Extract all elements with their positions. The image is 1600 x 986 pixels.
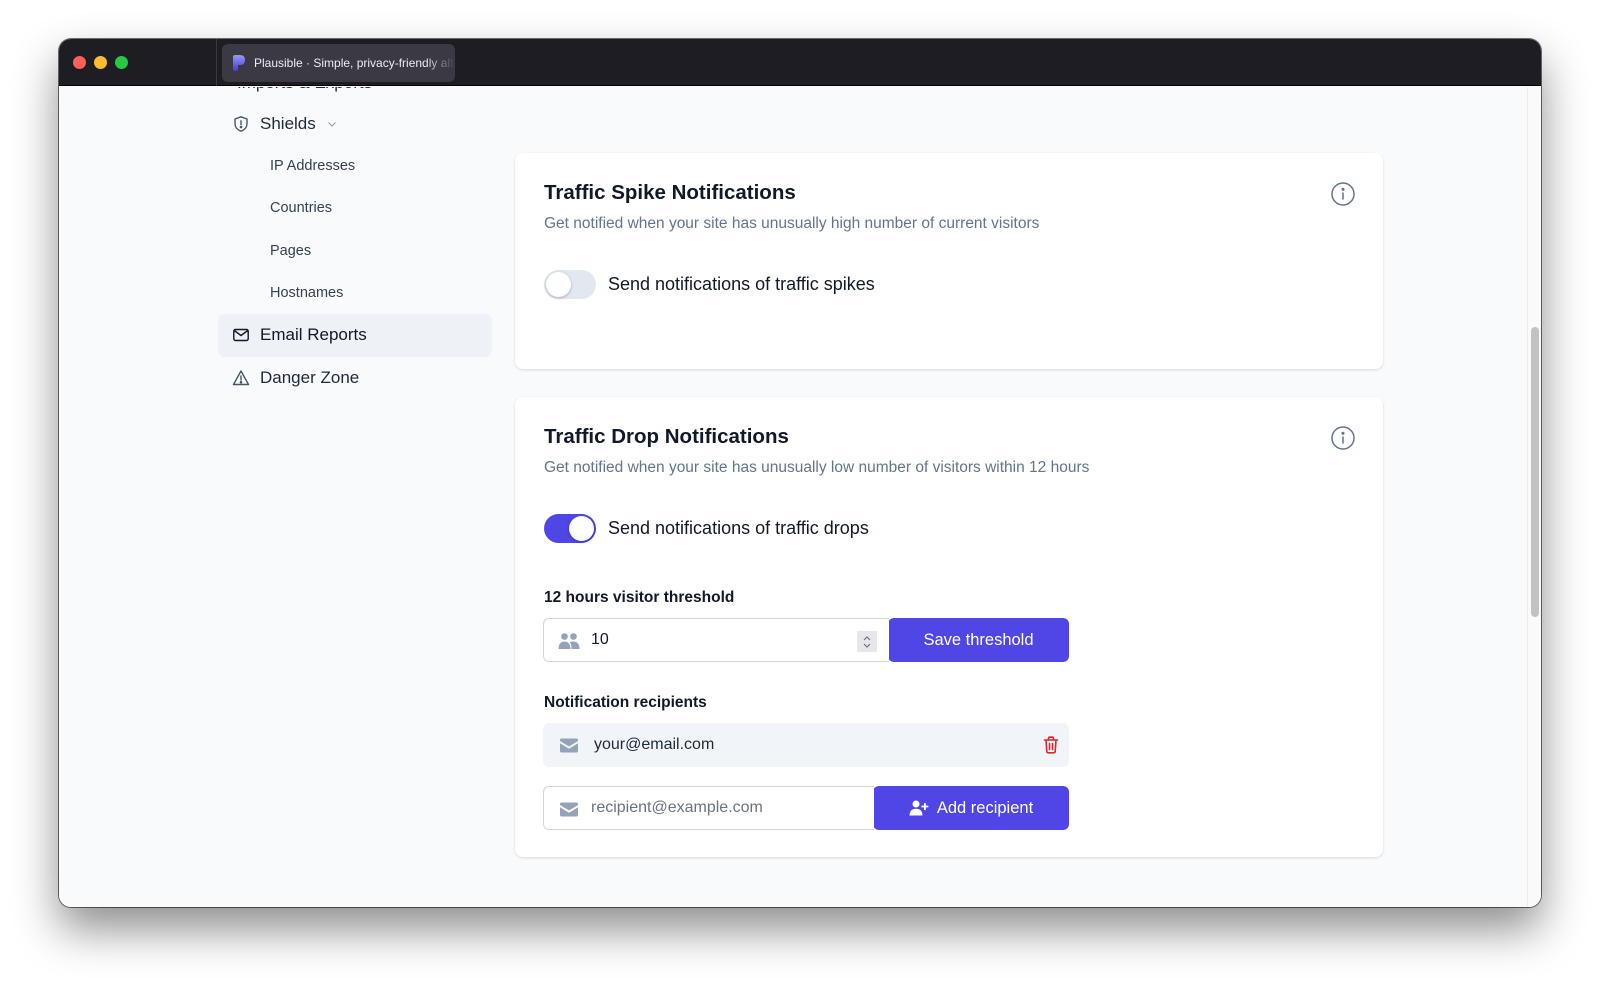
traffic-spike-card: Traffic Spike Notifications Get notified… <box>515 153 1383 369</box>
page-content: Imports & Exports Shields IP Addresses C… <box>59 87 1541 907</box>
card-description: Get notified when your site has unusuall… <box>544 215 1040 232</box>
shield-icon <box>234 116 248 132</box>
titlebar-divider <box>216 39 217 86</box>
maximize-window-button[interactable] <box>115 56 128 69</box>
vertical-scrollbar[interactable] <box>1527 87 1541 907</box>
threshold-group: Save threshold <box>543 618 1069 662</box>
trash-icon[interactable] <box>1043 736 1059 754</box>
sidebar-item-label: Shields <box>260 114 316 133</box>
user-plus-icon <box>909 800 929 816</box>
traffic-drop-card: Traffic Drop Notifications Get notified … <box>515 397 1383 857</box>
sidebar-item-shields[interactable]: Shields <box>232 114 338 134</box>
stepper-arrows-icon <box>863 635 871 648</box>
recipient-email-input[interactable] <box>591 799 861 817</box>
sidebar-item-label: Danger Zone <box>260 368 360 387</box>
traffic-spike-toggle[interactable] <box>544 270 596 299</box>
spike-toggle-row: Send notifications of traffic spikes <box>544 270 875 299</box>
minimize-window-button[interactable] <box>94 56 107 69</box>
sidebar-item-countries[interactable]: Countries <box>270 200 332 216</box>
users-icon <box>558 633 580 649</box>
threshold-input[interactable] <box>591 631 831 649</box>
card-title: Traffic Spike Notifications <box>544 181 796 204</box>
toggle-knob <box>546 272 571 297</box>
scrollbar-thumb[interactable] <box>1531 327 1539 617</box>
card-title: Traffic Drop Notifications <box>544 425 789 448</box>
sidebar-item-pages[interactable]: Pages <box>270 243 311 259</box>
browser-tab[interactable]: Plausible · Simple, privacy-friendly alt… <box>222 44 455 82</box>
traffic-drop-toggle[interactable] <box>544 514 596 543</box>
new-recipient-field <box>543 786 874 830</box>
plausible-logo-icon <box>233 55 245 71</box>
recipient-email: your@email.com <box>594 736 715 753</box>
toggle-label: Send notifications of traffic spikes <box>608 274 875 294</box>
drop-toggle-row: Send notifications of traffic drops <box>544 514 869 543</box>
sidebar-item-imports-exports[interactable]: Imports & Exports <box>237 87 372 93</box>
envelope-icon <box>233 328 249 342</box>
toggle-label: Send notifications of traffic drops <box>608 518 869 538</box>
envelope-icon <box>560 802 578 817</box>
sidebar-item-ip-addresses[interactable]: IP Addresses <box>270 158 355 174</box>
add-recipient-group: Add recipient <box>543 786 1069 830</box>
sidebar-item-danger-zone[interactable]: Danger Zone <box>232 368 359 388</box>
info-icon[interactable] <box>1330 181 1356 207</box>
title-bar: Plausible · Simple, privacy-friendly alt… <box>59 39 1541 86</box>
tab-title: Plausible · Simple, privacy-friendly alt… <box>254 56 455 70</box>
close-window-button[interactable] <box>73 56 86 69</box>
toggle-knob <box>569 516 594 541</box>
threshold-field <box>543 618 889 662</box>
sidebar-item-email-reports[interactable]: Email Reports <box>232 325 367 345</box>
sidebar-item-hostnames[interactable]: Hostnames <box>270 285 343 301</box>
add-recipient-label: Add recipient <box>936 798 1034 817</box>
sidebar-item-label: Email Reports <box>260 325 367 344</box>
envelope-icon <box>560 738 578 753</box>
warning-icon <box>232 370 250 386</box>
recipient-list-item: your@email.com <box>543 723 1069 767</box>
save-threshold-button[interactable]: Save threshold <box>888 618 1069 662</box>
info-icon[interactable] <box>1330 425 1356 451</box>
card-description: Get notified when your site has unusuall… <box>544 459 1090 476</box>
number-stepper[interactable] <box>857 631 877 652</box>
recipients-label: Notification recipients <box>544 694 707 711</box>
add-recipient-button[interactable]: Add recipient <box>873 786 1069 830</box>
chevron-down-icon[interactable] <box>326 118 338 130</box>
browser-window: Plausible · Simple, privacy-friendly alt… <box>59 39 1541 907</box>
threshold-label: 12 hours visitor threshold <box>544 589 735 606</box>
